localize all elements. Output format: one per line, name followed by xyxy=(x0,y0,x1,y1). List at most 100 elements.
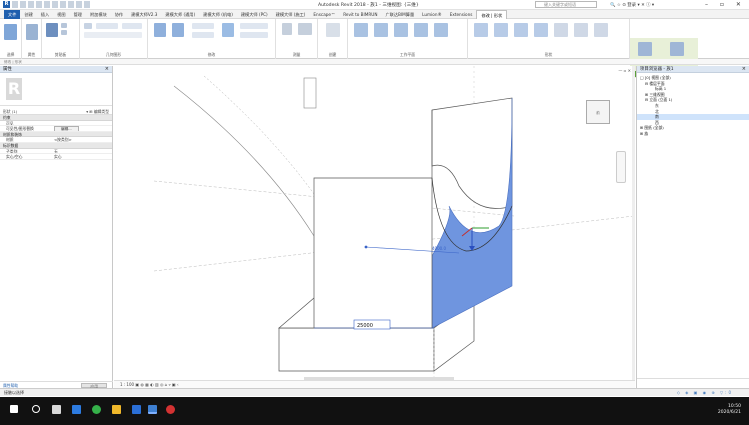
app-icon[interactable] xyxy=(132,405,141,414)
revit-logo-icon[interactable]: R xyxy=(3,1,10,8)
view-control-icons[interactable]: ▣ ◍ ▦ ◐ ▥ ◎ ⌂ ▿ ▣ ‹ xyxy=(135,382,178,387)
extrusion-back-face[interactable] xyxy=(431,97,513,209)
xray-icon[interactable] xyxy=(474,23,488,37)
divide-path-icon[interactable] xyxy=(594,23,608,37)
view-icon[interactable] xyxy=(434,23,448,37)
ribbon-tab[interactable]: Extensions xyxy=(446,10,477,19)
view-scale[interactable]: 1 : 100 xyxy=(120,382,134,387)
redo-icon[interactable] xyxy=(36,1,42,8)
offset-icon[interactable] xyxy=(172,23,184,37)
text-icon[interactable] xyxy=(60,1,66,8)
ribbon-tab[interactable]: 建模大师 (通用) xyxy=(161,10,199,19)
viewcube[interactable]: 前 xyxy=(586,100,610,124)
add-edge-icon[interactable] xyxy=(494,23,508,37)
set-workplane-icon[interactable] xyxy=(354,23,368,37)
chrome-icon[interactable] xyxy=(92,405,101,414)
navigation-bar[interactable] xyxy=(616,151,626,183)
ribbon-tab[interactable]: 协作 xyxy=(111,10,127,19)
load-close-icon[interactable] xyxy=(670,42,684,56)
load-into-project-icon[interactable] xyxy=(638,42,652,56)
modify-icon[interactable] xyxy=(4,24,17,40)
copy-icon[interactable] xyxy=(61,30,67,35)
dimension-grip[interactable] xyxy=(364,245,368,249)
type-selector[interactable]: 形状 (1) ▾ ⊞ 编辑类型 xyxy=(0,108,112,115)
ribbon-tab[interactable]: 视图 xyxy=(53,10,69,19)
cope-icon[interactable] xyxy=(84,23,92,29)
edit-button[interactable]: 编辑... xyxy=(54,126,79,131)
undo-icon[interactable] xyxy=(28,1,34,8)
ribbon-tab[interactable]: 修改 | 形状 xyxy=(476,9,508,19)
print-icon[interactable] xyxy=(44,1,50,8)
reference-plane-icon[interactable] xyxy=(394,23,408,37)
3d-viewport[interactable]: 4000.0 25000 — ▫ ✕ 前 1 : 100 ▣ ◍ ▦ ◐ ▥ ◎… xyxy=(114,66,635,388)
dimension-icon[interactable] xyxy=(298,23,312,35)
ribbon-tab[interactable]: 创建 xyxy=(20,10,36,19)
ribbon-tab[interactable]: 附加模块 xyxy=(86,10,111,19)
paste-icon[interactable] xyxy=(46,23,58,37)
dissolve-icon[interactable] xyxy=(534,23,548,37)
property-row[interactable]: 实心/空心 实心 xyxy=(0,154,112,160)
close-icon[interactable]: × xyxy=(105,66,109,73)
align-icon[interactable] xyxy=(154,23,166,37)
window-controls[interactable]: – ▫ ✕ xyxy=(705,1,746,8)
property-value[interactable]: <按类别> xyxy=(52,137,112,142)
cut-geometry-icon[interactable] xyxy=(122,23,142,29)
cut-icon[interactable] xyxy=(61,23,67,28)
3d-view-icon[interactable] xyxy=(68,1,74,8)
model-canvas[interactable]: 4000.0 25000 xyxy=(114,66,635,388)
windows-start-icon[interactable] xyxy=(10,405,18,413)
properties-icon[interactable] xyxy=(26,24,38,40)
open-icon[interactable] xyxy=(12,1,18,8)
add-profile-icon[interactable] xyxy=(514,23,528,37)
vertical-scrollbar[interactable] xyxy=(632,66,635,380)
create-group-icon[interactable] xyxy=(326,23,340,37)
file-explorer-icon[interactable] xyxy=(112,405,121,414)
dimension-value[interactable]: 25000 xyxy=(357,323,373,329)
trim-icon[interactable] xyxy=(240,32,268,38)
task-view-icon[interactable] xyxy=(52,405,61,414)
ribbon-tab[interactable]: Enscape™ xyxy=(309,10,339,19)
move-icon[interactable] xyxy=(192,32,214,38)
save-icon[interactable] xyxy=(20,1,26,8)
divide-surface-icon[interactable] xyxy=(574,23,588,37)
edge-browser-icon[interactable] xyxy=(72,405,81,414)
property-value[interactable]: 实心 xyxy=(52,154,112,159)
ribbon-tab[interactable]: 文件 xyxy=(4,9,21,19)
measure-icon[interactable] xyxy=(52,1,58,8)
rotate-icon[interactable] xyxy=(222,23,234,37)
lock-profile-icon[interactable] xyxy=(554,23,568,37)
ribbon-tab[interactable]: Lumion® xyxy=(418,10,446,19)
ribbon-tab[interactable]: 建模大师 (施工) xyxy=(272,10,310,19)
edit-type-button[interactable]: ▾ ⊞ 编辑类型 xyxy=(86,108,109,114)
viewer-icon[interactable] xyxy=(414,23,428,37)
join-icon[interactable] xyxy=(96,23,118,29)
search-icon[interactable] xyxy=(32,405,40,413)
ribbon-tab[interactable]: Revit to BIMRUN xyxy=(339,10,381,19)
ribbon-tab[interactable]: 建模大师 (机电) xyxy=(199,10,237,19)
ribbon-tab[interactable]: 管理 xyxy=(70,10,86,19)
show-workplane-icon[interactable] xyxy=(374,23,388,37)
browser-tree-node[interactable]: ⊞ 族 xyxy=(637,131,749,137)
revit-taskbar-icon[interactable] xyxy=(148,405,157,414)
array-icon[interactable] xyxy=(240,23,268,29)
extrusion-front-face[interactable] xyxy=(313,177,433,329)
view-control-bar[interactable]: 1 : 100 ▣ ◍ ▦ ◐ ▥ ◎ ⌂ ▿ ▣ ‹ xyxy=(114,380,635,388)
close-icon[interactable]: × xyxy=(742,66,746,73)
section-icon[interactable] xyxy=(76,1,82,8)
status-tray-icons[interactable]: ◇ ◈ ▣ ◉ ⊕ ▽:0 xyxy=(677,389,733,397)
property-value[interactable] xyxy=(52,121,112,126)
temporary-dimension-label[interactable]: 4000.0 xyxy=(432,246,446,251)
ribbon-tab[interactable]: 广联达BIM算量 xyxy=(381,10,418,19)
ribbon-tab[interactable]: 建模大师 (PC) xyxy=(237,10,272,19)
search-input[interactable]: 键入关键字或短语 xyxy=(535,1,597,8)
media-app-icon[interactable] xyxy=(166,405,175,414)
mirror-icon[interactable] xyxy=(192,23,214,29)
measure-icon[interactable] xyxy=(282,23,292,35)
sign-in-link[interactable]: 🔍 ☆ ⊙ 登录 ▾ ✕ ⓘ ▾ xyxy=(610,2,654,8)
ribbon-tab[interactable]: 插入 xyxy=(37,10,53,19)
property-value[interactable]: 无 xyxy=(52,149,112,154)
ribbon-tab[interactable]: 建模大师V2.3 xyxy=(127,10,161,19)
viewport-window-controls[interactable]: — ▫ ✕ xyxy=(618,68,631,73)
property-value[interactable]: 编辑... xyxy=(52,126,112,131)
taskbar-clock[interactable]: 10:50 2020/6/21 xyxy=(718,404,741,416)
